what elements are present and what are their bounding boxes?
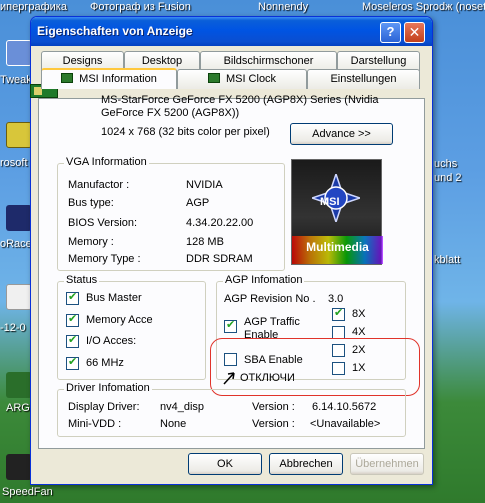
ok-button[interactable]: OK	[188, 453, 262, 475]
desktop-icon-label: uchs	[434, 158, 458, 170]
driver-label: Display Driver:	[68, 401, 140, 413]
vga-label: Bus type:	[68, 197, 114, 209]
desktop-icon-arg[interactable]	[6, 372, 32, 398]
desktop-icon-label: SpeedFan	[2, 486, 53, 498]
io-access-checkbox[interactable]	[66, 333, 79, 348]
group-title: VGA Information	[64, 156, 149, 168]
annotation-arrow-icon	[223, 372, 235, 385]
tab-label: MSI Information	[79, 73, 157, 85]
vga-value: NVIDIA	[186, 179, 223, 191]
group-title: Driver Infomation	[64, 382, 152, 394]
tab-label: MSI Clock	[225, 73, 277, 85]
driver-version: 6.14.10.5672	[312, 401, 377, 413]
advance-button[interactable]: Advance >>	[290, 123, 393, 145]
desktop-label: Mоsеlеrоs Sрrоdж (nosetup)	[362, 1, 485, 13]
desktop-icon-label: ARG	[6, 402, 30, 414]
vga-label: Memory :	[68, 236, 114, 248]
annotation-text: ОТКЛЮЧИ	[240, 372, 295, 384]
driver-label: Version :	[252, 401, 295, 413]
desktop-icon-label: oRace	[0, 238, 32, 250]
title-bar[interactable]: Eigenschaften von Anzeige ? ✕	[31, 17, 432, 46]
card-name: MS-StarForce GeForce FX 5200 (AGP8X) Ser…	[101, 94, 379, 119]
tab-appearance[interactable]: Darstellung	[337, 51, 420, 71]
driver-label: Mini-VDD :	[68, 418, 122, 430]
desktop-icon-tweak[interactable]	[6, 40, 32, 66]
vga-label: Manufactor :	[68, 179, 130, 191]
desktop-icon-label: und 2	[434, 172, 462, 184]
checkbox-label: Memory Acce	[86, 314, 153, 326]
desktop-icon-file[interactable]	[6, 284, 32, 310]
desktop-icon-label: -12-0	[0, 322, 26, 334]
desktop-icon-speedfan[interactable]	[6, 454, 32, 480]
tab-msi-clock[interactable]: MSI Clock	[177, 69, 307, 89]
group-title: AGP Infomation	[223, 274, 305, 286]
logo-caption: Multimedia	[306, 240, 369, 254]
vga-label: Memory Type :	[68, 253, 141, 265]
card-resolution: 1024 x 768 (32 bits color per pixel)	[101, 126, 270, 138]
vga-label: BIOS Version:	[68, 217, 138, 229]
msi-multimedia-logo: MSI Multimedia	[291, 159, 383, 265]
66mhz-checkbox[interactable]	[66, 355, 79, 370]
window-title: Eigenschaften von Anzeige	[37, 24, 193, 38]
driver-version: <Unavailable>	[310, 418, 381, 430]
desktop-icon-label: Tweak	[0, 74, 32, 86]
memory-access-checkbox[interactable]	[66, 312, 79, 327]
desktop-icon-race[interactable]	[6, 205, 32, 231]
driver-value: None	[160, 418, 187, 430]
desktop-label: иперграфика	[0, 1, 67, 13]
vga-value: 4.34.20.22.00	[186, 217, 254, 229]
tab-settings[interactable]: Einstellungen	[307, 69, 420, 89]
help-button[interactable]: ?	[380, 22, 401, 43]
cancel-button[interactable]: Abbrechen	[269, 453, 343, 475]
vga-value: 128 MB	[186, 236, 224, 248]
card-icon	[61, 73, 74, 83]
checkbox-label: 8X	[352, 308, 366, 320]
driver-value: nv4_disp	[160, 401, 205, 413]
logo-brand: MSI	[320, 196, 340, 208]
checkbox-label: 4X	[352, 326, 366, 338]
checkbox-label: 66 MHz	[86, 357, 124, 369]
desktop-icon-label: rosoft	[0, 157, 28, 169]
driver-label: Version :	[252, 418, 295, 430]
close-button[interactable]: ✕	[404, 22, 425, 43]
group-title: Status	[64, 274, 100, 286]
red-annotation-oval	[210, 338, 420, 396]
card-icon	[207, 73, 220, 83]
vga-value: AGP	[186, 197, 210, 209]
desktop-label: Фотограф из Fusion	[90, 1, 191, 13]
apply-button[interactable]: Übernehmen	[350, 453, 424, 475]
checkbox-label: I/O Acces:	[86, 335, 137, 347]
tab-msi-information[interactable]: MSI Information	[41, 68, 177, 89]
agp-revision-value: 3.0	[328, 293, 344, 305]
checkbox-label: Bus Master	[86, 292, 142, 304]
agp-8x-checkbox[interactable]	[332, 306, 345, 321]
bus-master-checkbox[interactable]	[66, 290, 79, 305]
desktop-icon-label: kblatt	[434, 254, 461, 266]
desktop-icon-microsoft[interactable]	[6, 122, 32, 148]
tab-screensaver[interactable]: Bildschirmschoner	[200, 51, 337, 71]
desktop-label: Nonnendy	[258, 1, 309, 13]
agp-traffic-checkbox[interactable]	[224, 318, 237, 333]
agp-revision-label: AGP Revision No .	[224, 293, 316, 305]
vga-value: DDR SDRAM	[186, 253, 253, 265]
